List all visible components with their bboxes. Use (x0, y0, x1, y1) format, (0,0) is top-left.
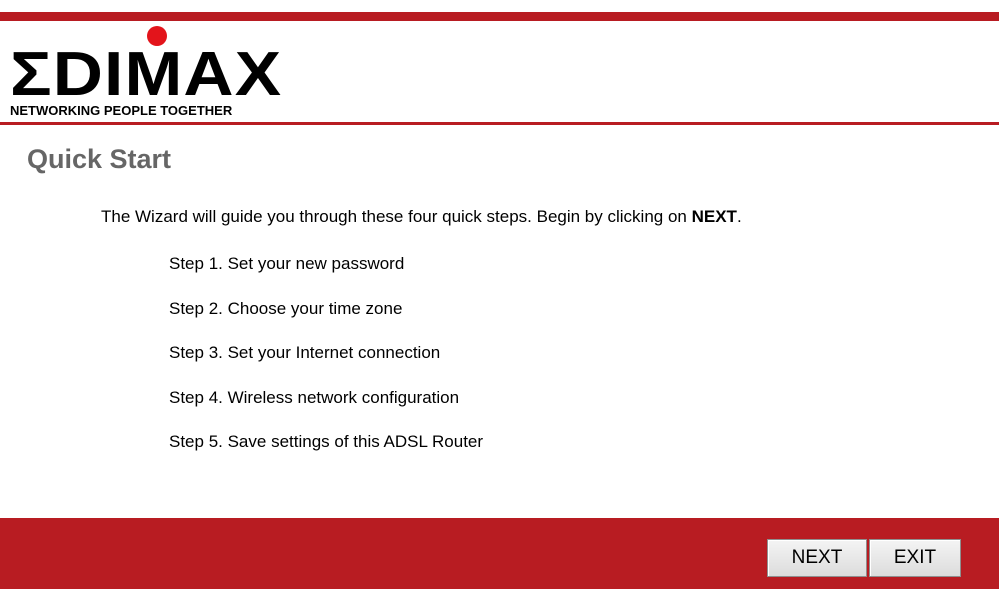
exit-button[interactable]: EXIT (869, 539, 961, 577)
step-item: Step 1. Set your new password (169, 254, 405, 273)
intro-text: The Wizard will guide you through these … (101, 205, 742, 229)
intro-next-emphasis: NEXT (691, 207, 737, 226)
header-divider (0, 122, 999, 125)
step-item: Step 2. Choose your time zone (169, 298, 403, 318)
page-title: Quick Start (27, 144, 172, 174)
step-item: Step 5. Save settings of this ADSL Route… (169, 432, 484, 451)
footer-bar: NEXT EXIT (0, 518, 999, 589)
logo-tagline: NETWORKING PEOPLE TOGETHER (10, 103, 233, 118)
next-button[interactable]: NEXT (767, 539, 867, 577)
top-divider (0, 12, 999, 21)
step-item: Step 3. Set your Internet connection (169, 343, 441, 362)
intro-prefix: The Wizard will guide you through these … (101, 207, 692, 226)
intro-suffix: . (736, 207, 742, 226)
quick-start-page: ΣDIMAX NETWORKING PEOPLE TOGETHER Quick … (0, 0, 999, 589)
edimax-logo: ΣDIMAX NETWORKING PEOPLE TOGETHER (10, 24, 350, 120)
step-item: Step 4. Wireless network configuration (169, 387, 460, 407)
steps-list: Step 1. Set your new password Step 2. Ch… (169, 252, 483, 475)
logo-wordmark: ΣDIMAX (10, 40, 283, 109)
